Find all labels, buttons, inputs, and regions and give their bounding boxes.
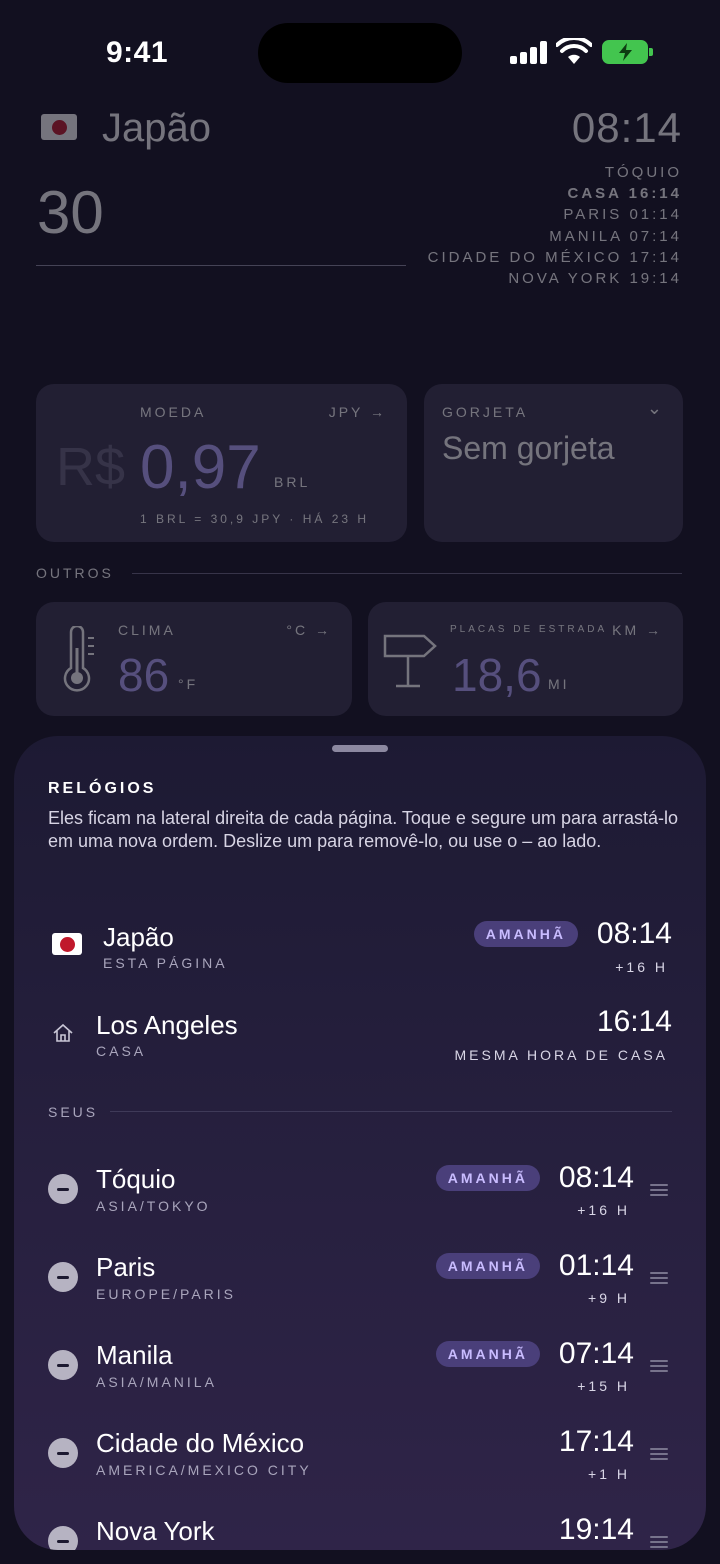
remove-clock-button[interactable] bbox=[48, 1526, 78, 1550]
current-page-clock-row: Japão ESTA PÁGINA AMANHÃ 08:14 +16 H bbox=[14, 904, 706, 984]
remove-clock-button[interactable] bbox=[48, 1350, 78, 1380]
clock-list: TÓQUIO CASA 16:14 PARIS 01:14 MANILA 07:… bbox=[428, 162, 682, 289]
currency-label: MOEDA bbox=[140, 404, 207, 420]
clock-offset: +9 H bbox=[588, 1290, 630, 1306]
tomorrow-badge: AMANHÃ bbox=[435, 1253, 540, 1279]
japan-flag-icon bbox=[52, 933, 82, 955]
weather-card[interactable]: CLIMA °C → 86 °F bbox=[36, 602, 352, 716]
dynamic-island bbox=[258, 23, 462, 83]
road-distance-value: 18,6 bbox=[452, 649, 542, 701]
road-unit-toggle[interactable]: KM → bbox=[612, 622, 663, 638]
status-time: 9:41 bbox=[106, 36, 169, 69]
status-bar: 9:41 bbox=[0, 0, 720, 100]
house-icon bbox=[53, 1023, 73, 1042]
clock-row-paris[interactable]: Paris EUROPE/PARIS AMANHÃ 01:14 +9 H bbox=[14, 1236, 706, 1316]
japan-flag-icon bbox=[41, 114, 77, 140]
currency-card[interactable]: MOEDA JPY → R$ 0,97 BRL 1 BRL = 30,9 JPY… bbox=[36, 384, 407, 542]
tip-value: Sem gorjeta bbox=[442, 430, 615, 466]
clock-name: Japão bbox=[103, 922, 174, 952]
currency-symbol: R$ bbox=[56, 437, 126, 497]
clock-name: Cidade do México bbox=[96, 1428, 305, 1458]
clock-list-item: CASA 16:14 bbox=[567, 185, 682, 203]
yours-section-label: SEUS bbox=[48, 1104, 99, 1120]
remove-clock-button[interactable] bbox=[48, 1174, 78, 1204]
currency-rate-note: 1 BRL = 30,9 JPY · HÁ 23 H bbox=[140, 512, 370, 526]
clock-timezone: AMERICA/MEXICO CITY bbox=[96, 1462, 312, 1478]
chevron-down-icon[interactable]: ⌄ bbox=[647, 398, 665, 419]
clock-time: 08:14 bbox=[596, 917, 672, 950]
wifi-icon bbox=[556, 38, 592, 64]
sheet-grabber[interactable] bbox=[332, 745, 388, 752]
tomorrow-badge: AMANHÃ bbox=[435, 1165, 540, 1191]
clock-row-manila[interactable]: Manila ASIA/MANILA AMANHÃ 07:14 +15 H bbox=[14, 1324, 706, 1404]
clock-time: 01:14 bbox=[558, 1249, 634, 1282]
clock-list-item: NOVA YORK 19:14 bbox=[508, 270, 682, 288]
clock-offset: +16 H bbox=[577, 1202, 630, 1218]
clock-name: Nova York bbox=[96, 1516, 215, 1546]
sheet-description: Eles ficam na lateral direita de cada pá… bbox=[48, 808, 679, 851]
tip-label: GORJETA bbox=[442, 404, 529, 420]
clock-time: 17:14 bbox=[558, 1425, 634, 1458]
clock-timezone: ASIA/MANILA bbox=[96, 1374, 217, 1390]
drag-handle-icon[interactable] bbox=[650, 1360, 668, 1372]
clock-offset: MESMA HORA DE CASA bbox=[454, 1047, 668, 1063]
clock-time: 08:14 bbox=[558, 1161, 634, 1194]
clock-name: Paris bbox=[96, 1252, 156, 1282]
currency-code-toggle[interactable]: JPY → bbox=[329, 404, 387, 420]
clock-timezone: ASIA/TOKYO bbox=[96, 1198, 211, 1214]
sheet-title: RELÓGIOS bbox=[48, 780, 157, 797]
clock-list-item: PARIS 01:14 bbox=[563, 206, 682, 224]
amount-divider bbox=[36, 265, 406, 266]
clock-row-tokyo[interactable]: Tóquio ASIA/TOKYO AMANHÃ 08:14 +16 H bbox=[14, 1148, 706, 1228]
amount-input[interactable]: 30 bbox=[37, 178, 104, 247]
thermometer-icon bbox=[63, 626, 94, 692]
currency-unit: BRL bbox=[274, 474, 311, 490]
clock-time: 19:14 bbox=[558, 1513, 634, 1546]
country-title[interactable]: Japão bbox=[102, 106, 211, 151]
battery-charging-icon bbox=[602, 40, 653, 64]
clock-offset: +15 H bbox=[577, 1378, 630, 1394]
clock-name: Tóquio bbox=[96, 1164, 176, 1194]
tomorrow-badge: AMANHÃ bbox=[473, 921, 578, 947]
clock-time: 07:14 bbox=[558, 1337, 634, 1370]
clocks-sheet[interactable]: RELÓGIOS Eles ficam na lateral direita d… bbox=[14, 736, 706, 1550]
clock-offset: +1 H bbox=[588, 1466, 630, 1482]
clock-row-mexico-city[interactable]: Cidade do México AMERICA/MEXICO CITY 17:… bbox=[14, 1412, 706, 1492]
clock-list-item: TÓQUIO bbox=[604, 164, 682, 181]
clock-list-item: CIDADE DO MÉXICO 17:14 bbox=[427, 248, 682, 266]
clock-subtitle: ESTA PÁGINA bbox=[103, 955, 228, 971]
clock-timezone: EUROPE/PARIS bbox=[96, 1286, 236, 1302]
weather-unit: °F bbox=[178, 676, 199, 692]
remove-clock-button[interactable] bbox=[48, 1438, 78, 1468]
clock-name: Manila bbox=[96, 1340, 173, 1370]
clock-offset: +16 H bbox=[615, 959, 668, 975]
clock-subtitle: CASA bbox=[96, 1043, 147, 1059]
tomorrow-badge: AMANHÃ bbox=[435, 1341, 540, 1367]
drag-handle-icon[interactable] bbox=[650, 1184, 668, 1196]
road-signs-label: PLACAS DE ESTRADA bbox=[450, 624, 608, 635]
drag-handle-icon[interactable] bbox=[650, 1272, 668, 1284]
weather-label: CLIMA bbox=[118, 622, 176, 638]
main-clock: 08:14 bbox=[571, 104, 682, 151]
others-section-label: OUTROS bbox=[36, 565, 114, 581]
road-distance-unit: MI bbox=[548, 676, 570, 692]
weather-value: 86 bbox=[118, 649, 170, 701]
clock-list-item: MANILA 07:14 bbox=[549, 227, 682, 245]
drag-handle-icon[interactable] bbox=[650, 1536, 668, 1548]
clock-time: 16:14 bbox=[596, 1005, 672, 1038]
section-divider bbox=[110, 1111, 672, 1112]
currency-value: 0,97 bbox=[140, 433, 261, 502]
clock-name: Los Angeles bbox=[96, 1010, 238, 1040]
section-divider bbox=[132, 573, 682, 574]
home-clock-row: Los Angeles CASA 16:14 MESMA HORA DE CAS… bbox=[14, 992, 706, 1072]
remove-clock-button[interactable] bbox=[48, 1262, 78, 1292]
road-signs-card[interactable]: PLACAS DE ESTRADA KM → 18,6 MI bbox=[368, 602, 683, 716]
cellular-signal-icon bbox=[510, 40, 548, 64]
weather-unit-toggle[interactable]: °C → bbox=[286, 622, 332, 638]
clock-row-new-york[interactable]: Nova York 19:14 bbox=[14, 1500, 706, 1550]
tip-card[interactable]: GORJETA ⌄ Sem gorjeta bbox=[424, 384, 683, 542]
signpost-icon bbox=[383, 634, 437, 688]
drag-handle-icon[interactable] bbox=[650, 1448, 668, 1460]
